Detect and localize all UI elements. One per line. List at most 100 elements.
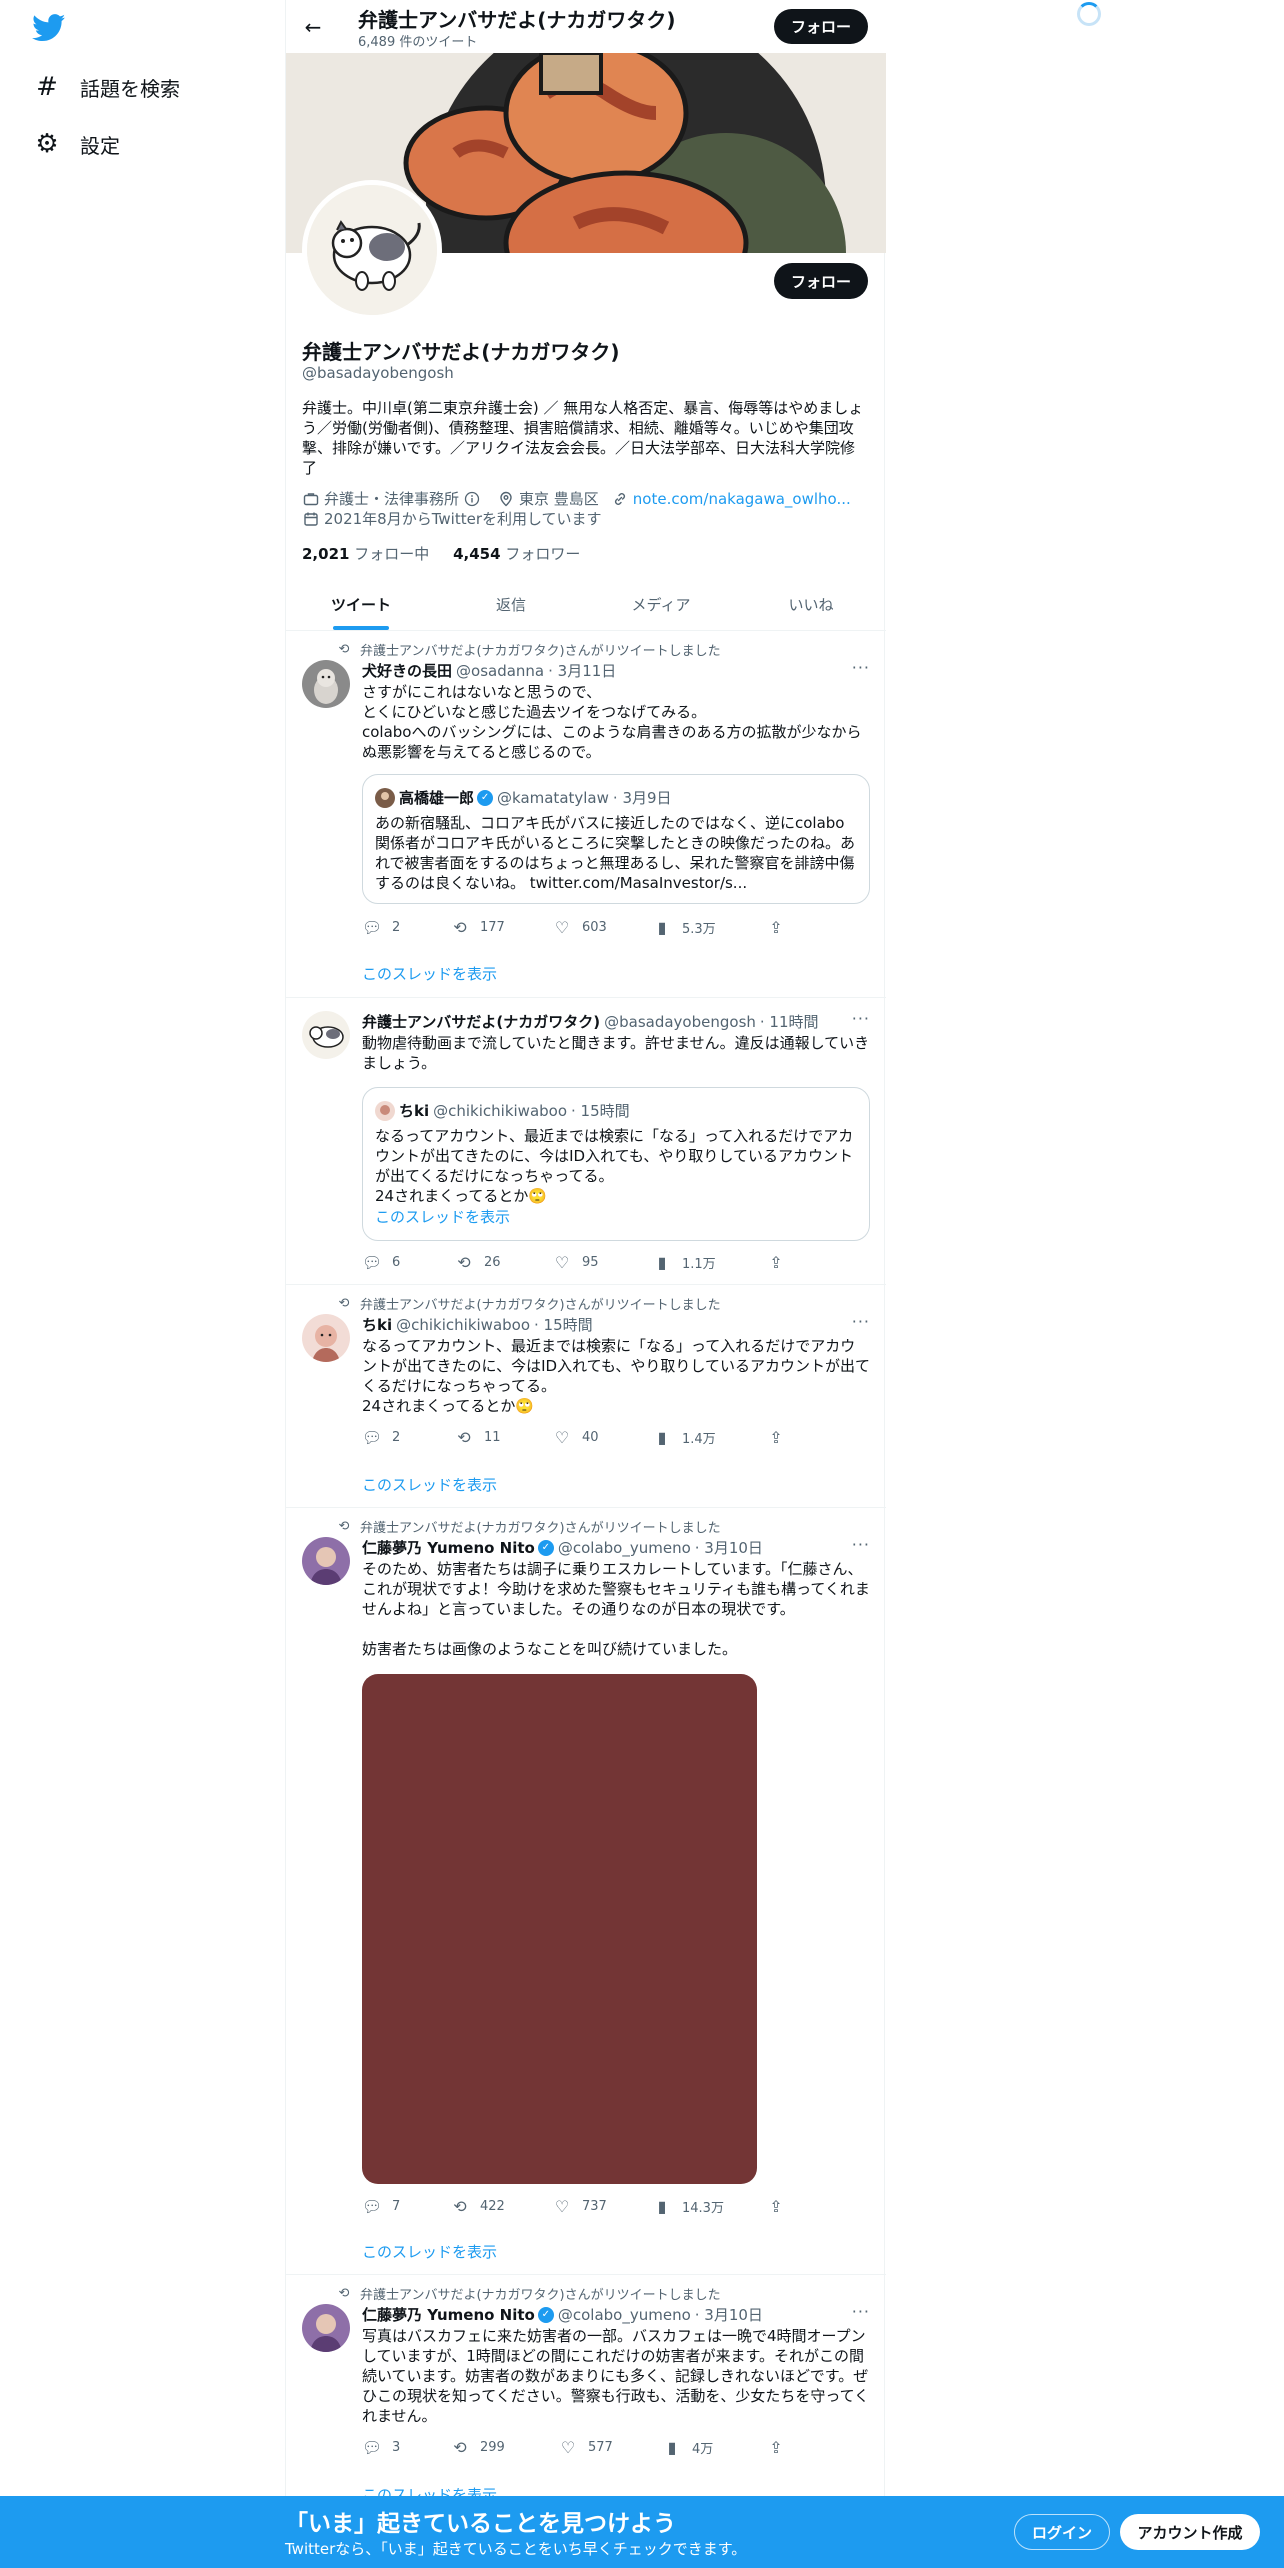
- views-chart-icon: ▮: [657, 2197, 667, 2216]
- tweet-time[interactable]: · 3月10日: [695, 1537, 763, 1558]
- tweet-time[interactable]: · 11時間: [760, 1011, 819, 1032]
- author-handle[interactable]: @chikichikiwaboo: [396, 1316, 530, 1334]
- tweet-media-image[interactable]: [362, 1674, 757, 2184]
- heart-icon: ♡: [554, 1253, 570, 1272]
- share-icon: ⇪: [769, 1428, 783, 1447]
- author-handle[interactable]: @colabo_yumeno: [558, 1539, 691, 1557]
- share-button[interactable]: ⇪: [766, 1253, 796, 1272]
- like-button[interactable]: ♡ 737: [552, 2197, 607, 2216]
- avatar[interactable]: [302, 2304, 350, 2352]
- tab-tweets[interactable]: ツイート: [286, 578, 436, 630]
- views-chart-icon: ▮: [657, 1428, 667, 1447]
- profile-category: 弁護士・法律事務所: [324, 490, 460, 508]
- profile-bio: 弁護士。中川卓(第二東京弁護士会) ／ 無用な人格否定、暴言、侮辱等はやめましょ…: [302, 399, 864, 477]
- tab-likes[interactable]: いいね: [736, 578, 886, 630]
- views-button[interactable]: ▮ 4万: [662, 2438, 714, 2457]
- author-handle[interactable]: @basadayobengosh: [604, 1013, 756, 1031]
- reply-button[interactable]: 💬︎ 7: [362, 2197, 400, 2216]
- calendar-icon: [302, 510, 320, 528]
- views-button[interactable]: ▮ 1.4万: [652, 1428, 716, 1447]
- tweet-item[interactable]: ⟲ 弁護士アンバサだよ(ナカガワタク)さんがリツイートしました 犬好きの長田 @…: [286, 632, 886, 998]
- profile-follow-button[interactable]: フォロー: [774, 263, 868, 299]
- share-icon: ⇪: [769, 2438, 783, 2457]
- share-button[interactable]: ⇪: [766, 1428, 796, 1447]
- reply-button[interactable]: 💬︎ 2: [362, 918, 400, 937]
- share-button[interactable]: ⇪: [766, 2197, 796, 2216]
- retweet-button[interactable]: ⟲ 11: [454, 1428, 500, 1447]
- retweet-icon: ⟲: [338, 1296, 350, 1311]
- author-handle[interactable]: @colabo_yumeno: [558, 2306, 691, 2324]
- nav-item-label: 話題を検索: [80, 76, 180, 101]
- quoted-tweet[interactable]: ちki @chikichikiwaboo · 15時間 なるってアカウント、最近…: [362, 1087, 870, 1241]
- header-follow-button[interactable]: フォロー: [774, 9, 868, 44]
- quoted-tweet[interactable]: 高橋雄一郎 ✓ @kamatatylaw · 3月9日 あの新宿騒乱、コロアキ氏…: [362, 774, 870, 904]
- author-name[interactable]: ちki: [362, 1314, 392, 1335]
- avatar[interactable]: [302, 1011, 350, 1059]
- share-button[interactable]: ⇪: [766, 2438, 796, 2457]
- briefcase-icon: [302, 490, 320, 508]
- tweet-time[interactable]: · 3月11日: [548, 660, 616, 681]
- signup-prompt-subtitle: Twitterなら、「いま」起きていることをいち早くチェックできます。: [285, 2540, 747, 2558]
- profile-avatar[interactable]: [302, 180, 442, 320]
- like-button[interactable]: ♡ 40: [552, 1428, 599, 1447]
- followers-link[interactable]: 4,454 フォロワー: [453, 545, 580, 563]
- twitter-logo-icon[interactable]: [32, 14, 66, 42]
- author-name[interactable]: 犬好きの長田: [362, 660, 452, 681]
- retweet-button[interactable]: ⟲ 299: [450, 2438, 505, 2457]
- views-button[interactable]: ▮ 14.3万: [652, 2197, 724, 2216]
- quote-text: なるってアカウント、最近までは検索に「なる」って入れるだけでアカウントが出てきた…: [375, 1127, 854, 1205]
- more-options-icon[interactable]: ···: [852, 1009, 870, 1028]
- tab-media[interactable]: メディア: [586, 578, 736, 630]
- avatar: [375, 1100, 395, 1121]
- tweet-header: 犬好きの長田 @osadanna · 3月11日: [362, 660, 616, 681]
- like-button[interactable]: ♡ 577: [558, 2438, 613, 2457]
- more-options-icon[interactable]: ···: [852, 1535, 870, 1554]
- nav-item-explore[interactable]: # 話題を検索: [34, 67, 180, 107]
- back-arrow-icon[interactable]: ←: [298, 12, 328, 42]
- tweet-item[interactable]: 弁護士アンバサだよ(ナカガワタク) @basadayobengosh · 11時…: [286, 999, 886, 1285]
- more-options-icon[interactable]: ···: [852, 658, 870, 677]
- like-button[interactable]: ♡ 95: [552, 1253, 599, 1272]
- login-button[interactable]: ログイン: [1014, 2514, 1110, 2550]
- tweet-time[interactable]: · 3月10日: [695, 2304, 763, 2325]
- reply-button[interactable]: 💬︎ 3: [362, 2438, 400, 2457]
- reply-button[interactable]: 💬︎ 2: [362, 1428, 400, 1447]
- nav-item-label: 設定: [80, 133, 120, 158]
- show-thread-link[interactable]: このスレッドを表示: [362, 2241, 497, 2262]
- retweet-button[interactable]: ⟲ 26: [454, 1253, 500, 1272]
- show-thread-link[interactable]: このスレッドを表示: [362, 963, 497, 984]
- gear-icon: ⚙: [35, 129, 59, 159]
- avatar[interactable]: [302, 1537, 350, 1585]
- tweet-text: さすがにこれはないなと思うので、 とくにひどいなと感じた過去ツイをつなげてみる。…: [362, 683, 862, 761]
- avatar[interactable]: [302, 660, 350, 708]
- author-name[interactable]: 仁藤夢乃 Yumeno Nito: [362, 2304, 535, 2325]
- profile-joined: 2021年8月からTwitterを利用しています: [324, 510, 602, 528]
- info-icon[interactable]: [463, 490, 481, 508]
- signup-button[interactable]: アカウント作成: [1120, 2514, 1260, 2550]
- retweet-button[interactable]: ⟲ 177: [450, 918, 505, 937]
- heart-icon: ♡: [554, 1428, 570, 1447]
- tweet-time[interactable]: · 15時間: [534, 1314, 593, 1335]
- tweet-item[interactable]: ⟲ 弁護士アンバサだよ(ナカガワタク)さんがリツイートしました ちki @chi…: [286, 1286, 886, 1508]
- author-name[interactable]: 仁藤夢乃 Yumeno Nito: [362, 1537, 535, 1558]
- like-button[interactable]: ♡ 603: [552, 918, 607, 937]
- nav-item-settings[interactable]: ⚙ 設定: [34, 124, 120, 164]
- following-link[interactable]: 2,021 フォロー中: [302, 545, 429, 563]
- profile-url-link[interactable]: note.com/nakagawa_owlho...: [633, 490, 851, 508]
- views-button[interactable]: ▮ 5.3万: [652, 918, 716, 937]
- views-button[interactable]: ▮ 1.1万: [652, 1253, 716, 1272]
- more-options-icon[interactable]: ···: [852, 2302, 870, 2321]
- more-options-icon[interactable]: ···: [852, 1312, 870, 1331]
- heart-icon: ♡: [554, 2197, 570, 2216]
- reply-button[interactable]: 💬︎ 6: [362, 1253, 400, 1272]
- avatar[interactable]: [302, 1314, 350, 1362]
- show-thread-link[interactable]: このスレッドを表示: [362, 1474, 497, 1495]
- retweet-indicator: ⟲ 弁護士アンバサだよ(ナカガワタク)さんがリツイートしました: [336, 1294, 721, 1313]
- retweet-button[interactable]: ⟲ 422: [450, 2197, 505, 2216]
- signup-prompt-bar: 「いま」起きていることを見つけよう Twitterなら、「いま」起きていることを…: [0, 2496, 1284, 2568]
- show-thread-link[interactable]: このスレッドを表示: [375, 1206, 510, 1227]
- share-button[interactable]: ⇪: [766, 918, 796, 937]
- tab-replies[interactable]: 返信: [436, 578, 586, 630]
- author-name[interactable]: 弁護士アンバサだよ(ナカガワタク): [362, 1011, 600, 1032]
- author-handle[interactable]: @osadanna: [456, 662, 544, 680]
